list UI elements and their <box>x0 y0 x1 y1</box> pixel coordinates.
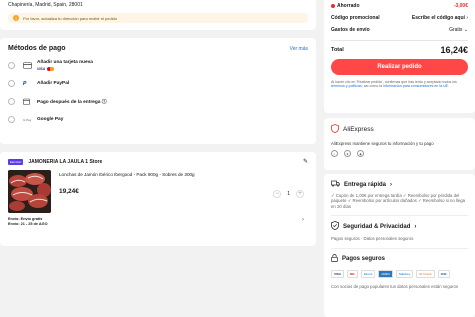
lock-icon <box>331 254 338 264</box>
address-card: Chapinería, Madrid, Spain, 28001 ! Por f… <box>0 0 316 30</box>
edit-icon[interactable]: ✎ <box>303 158 308 165</box>
fast-delivery-title: Entrega rápida <box>344 181 387 188</box>
paypal-icon: P <box>23 80 27 87</box>
shipping-row: Gastos de envío Gratis ⌄ <box>331 27 468 33</box>
see-more-link[interactable]: Ver más <box>290 46 308 52</box>
divider <box>331 40 468 41</box>
total-row: Total 16,24€ <box>331 45 468 55</box>
radio-paypal[interactable] <box>8 80 15 87</box>
decrease-quantity-button[interactable]: − <box>273 190 282 198</box>
quantity-stepper: − 1 + <box>273 190 304 198</box>
legal-text: Al hacer clic en 'Realizar pedido', conf… <box>331 79 457 84</box>
payment-option-label: Pago después de la entrega ⓘ <box>37 100 107 105</box>
divider <box>331 214 468 216</box>
radio-google-pay[interactable] <box>8 116 15 123</box>
eu-info-link[interactable]: información para consumidores en la UE <box>383 84 448 88</box>
address-line: Chapinería, Madrid, Spain, 28001 <box>8 2 83 8</box>
chevron-right-icon: › <box>414 223 417 230</box>
payment-option-card[interactable]: Añadir una tarjeta nueva VISA <box>8 59 308 72</box>
privacy-heading[interactable]: Seguridad & Privacidad › <box>331 221 468 232</box>
total-value: 16,24€ <box>440 44 468 55</box>
credit-card-icon <box>23 62 37 69</box>
payment-option-label: Google Pay <box>37 117 64 122</box>
verified-icon: ◆ <box>357 150 364 157</box>
choice-badge: Elección <box>8 158 24 165</box>
chevron-right-icon: › <box>302 217 304 223</box>
visa-icon: VISA <box>37 67 46 71</box>
radio-card[interactable] <box>8 62 15 69</box>
warning-icon: ! <box>13 15 19 21</box>
mastercard-icon <box>47 67 54 71</box>
safekey-logo: SafeKey <box>395 270 414 279</box>
legal-notice: Al hacer clic en 'Realizar pedido', conf… <box>331 80 468 89</box>
product-row: Lonchas de Jamón Ibérico Ibergood - Pack… <box>8 170 308 213</box>
increase-quantity-button[interactable]: + <box>296 190 304 198</box>
aliexpress-card: AliExpress AliExpress mantiene seguros t… <box>324 118 475 170</box>
shield-icon <box>331 124 339 135</box>
place-order-button[interactable]: Realizar pedido <box>331 58 468 75</box>
truck-icon <box>331 180 340 189</box>
shipping-info[interactable]: Envío: Envío gratis Envío: 21 - 25 de AG… <box>8 217 308 227</box>
store-name[interactable]: JAMONERIA LA JAULA 1 Store <box>28 159 102 165</box>
aliexpress-description: AliExpress mantiene seguros tu informaci… <box>331 141 434 146</box>
ham-slices-image <box>8 170 51 213</box>
google-pay-icon: G Pay <box>23 117 32 122</box>
fast-delivery-description: ✓ Cupón de 1,00€ por entrega tardía ✓ Re… <box>331 193 466 209</box>
legal-text: . <box>448 84 450 88</box>
product-image[interactable] <box>8 170 51 213</box>
promo-code-input[interactable]: Escribe el código aquí <box>412 15 465 21</box>
diners-logo: Diners <box>360 270 376 279</box>
quantity-value: 1 <box>287 191 290 197</box>
secure-payments-description: Con socios de pago populares tus datos p… <box>331 284 459 290</box>
shipping-dates: Envío: 21 - 25 de AGO <box>8 222 48 226</box>
order-summary-card: Ahorrado -3,00€ Código promocional Escri… <box>324 0 475 113</box>
security-badge-icon: ★ <box>344 150 351 157</box>
certificate-icon: ✓ <box>331 150 338 157</box>
address-warning-text: Por favor, actualiza tu dirección para r… <box>23 15 118 21</box>
payment-option-paypal[interactable]: P Añadir PayPal <box>8 77 308 90</box>
secure-payments-title: Pagos seguros <box>342 256 386 263</box>
chevron-right-icon: › <box>390 181 393 188</box>
address-warning[interactable]: ! Por favor, actualiza tu dirección para… <box>8 13 308 23</box>
aliexpress-name: AliExpress <box>343 126 374 133</box>
trust-card: Entrega rápida › ✓ Cupón de 1,00€ por en… <box>324 174 475 317</box>
store-card: Elección JAMONERIA LA JAULA 1 Store ✎ Lo… <box>0 152 316 246</box>
calendar-icon <box>23 98 37 105</box>
saved-label: Ahorrado <box>337 3 360 9</box>
payment-methods-card: Métodos de pago Ver más Añadir una tarje… <box>0 38 316 144</box>
mastercard-logo: MC <box>347 270 358 279</box>
payment-methods-title: Métodos de pago <box>8 45 66 52</box>
payment-option-label: Añadir PayPal <box>37 81 70 86</box>
saved-row: Ahorrado -3,00€ <box>331 3 468 9</box>
payment-option-label: Añadir una tarjeta nueva <box>37 60 93 65</box>
secure-payments-heading: Pagos seguros <box>331 254 468 264</box>
divider <box>331 247 468 249</box>
total-label: Total <box>331 46 344 53</box>
jcb-logo: JCB <box>437 270 450 279</box>
product-title[interactable]: Lonchas de Jamón Ibérico Ibergood - Pack… <box>59 172 308 177</box>
chevron-down-icon[interactable]: ⌄ <box>464 27 468 33</box>
payment-logos: VISA MC Diners AMEX SafeKey ID Check JCB <box>331 270 468 279</box>
product-price: 19,24€ <box>59 188 79 195</box>
privacy-title: Seguridad & Privacidad <box>343 223 411 230</box>
radio-pay-later[interactable] <box>8 98 15 105</box>
shield-check-icon <box>331 221 339 232</box>
privacy-description: Pagos seguros · Datos personales seguros <box>331 236 414 242</box>
legal-text: , así como la <box>361 84 384 88</box>
terms-link[interactable]: términos y políticas <box>331 84 362 88</box>
shipping-label: Gastos de envío <box>331 27 370 33</box>
promo-label: Código promocional <box>331 15 380 21</box>
payment-option-google-pay[interactable]: G Pay Google Pay <box>8 113 308 126</box>
savings-dot-icon <box>331 4 335 8</box>
visa-logo: VISA <box>331 270 345 279</box>
payment-option-pay-later[interactable]: Pago después de la entrega ⓘ <box>8 95 308 108</box>
id-check-logo: ID Check <box>416 270 435 279</box>
promo-row[interactable]: Código promocional Escribe el código aqu… <box>331 15 468 21</box>
shipping-value: Gratis <box>449 27 463 33</box>
saved-value[interactable]: -3,00€ <box>454 3 468 9</box>
amex-logo: AMEX <box>378 270 393 279</box>
chevron-right-icon: › <box>466 15 468 21</box>
fast-delivery-heading[interactable]: Entrega rápida › <box>331 180 468 189</box>
